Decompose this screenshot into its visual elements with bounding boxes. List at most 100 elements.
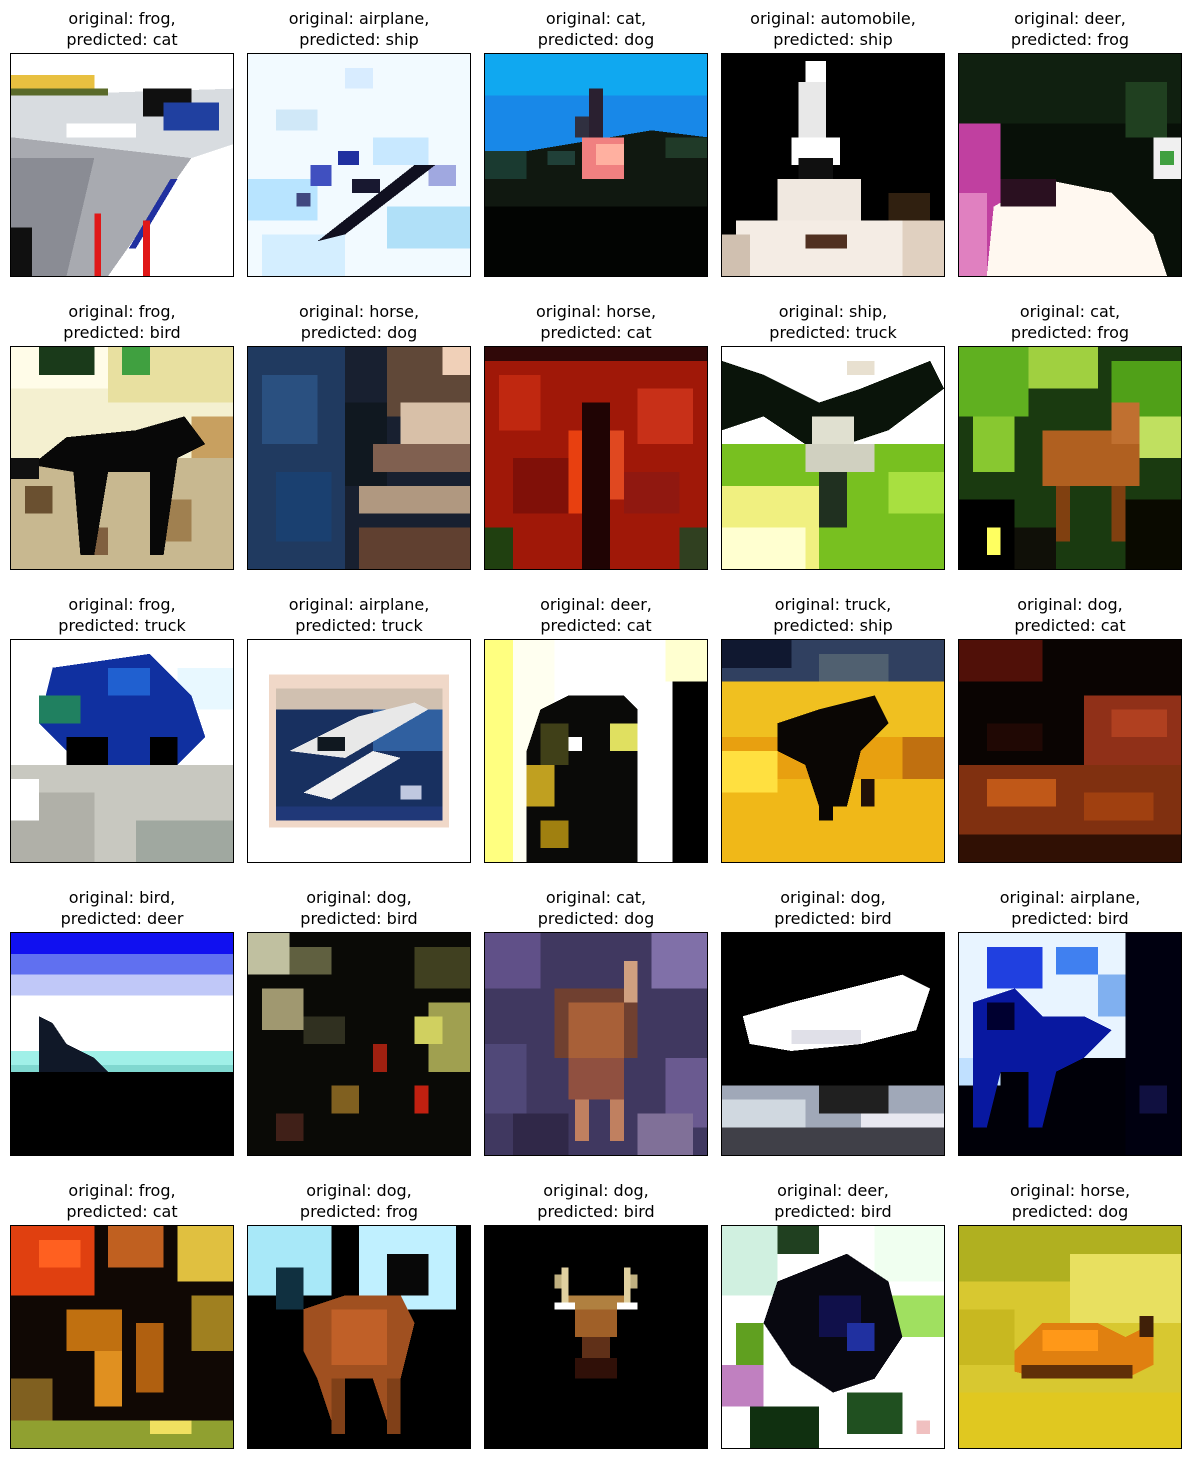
cell-title: original: frog, predicted: bird xyxy=(10,301,234,343)
sample-image xyxy=(247,346,471,570)
original-label: original: frog, xyxy=(68,302,176,321)
cell-title: original: airplane, predicted: bird xyxy=(958,887,1182,929)
predicted-label: predicted: truck xyxy=(769,323,897,342)
sample-image xyxy=(247,53,471,277)
predicted-label: predicted: cat xyxy=(66,1202,178,1221)
sample-image xyxy=(958,932,1182,1156)
sample-image xyxy=(958,346,1182,570)
original-label: original: airplane, xyxy=(288,595,430,614)
sample-image xyxy=(10,932,234,1156)
sample-image xyxy=(484,639,708,863)
original-label: original: airplane, xyxy=(288,9,430,28)
cell-title: original: horse, predicted: dog xyxy=(958,1180,1182,1222)
original-label: original: airplane, xyxy=(999,888,1141,907)
sample-image xyxy=(484,53,708,277)
original-label: original: dog, xyxy=(543,1181,649,1200)
sample-image xyxy=(10,639,234,863)
sample-image xyxy=(721,346,945,570)
original-label: original: cat, xyxy=(1019,302,1121,321)
predicted-label: predicted: deer xyxy=(60,909,184,928)
cell-title: original: horse, predicted: dog xyxy=(247,301,471,343)
cell-title: original: deer, predicted: bird xyxy=(721,1180,945,1222)
predicted-label: predicted: truck xyxy=(295,616,423,635)
cell-title: original: cat, predicted: frog xyxy=(958,301,1182,343)
predicted-label: predicted: bird xyxy=(300,909,418,928)
sample-image xyxy=(10,1225,234,1449)
cell-title: original: bird, predicted: deer xyxy=(10,887,234,929)
original-label: original: cat, xyxy=(545,888,647,907)
original-label: original: dog, xyxy=(306,888,412,907)
cell-title: original: frog, predicted: truck xyxy=(10,594,234,636)
sample-image xyxy=(721,639,945,863)
cell-title: original: dog, predicted: bird xyxy=(247,887,471,929)
cell-title: original: dog, predicted: bird xyxy=(484,1180,708,1222)
cell-title: original: airplane, predicted: truck xyxy=(247,594,471,636)
predicted-label: predicted: frog xyxy=(1010,30,1130,49)
predicted-label: predicted: bird xyxy=(774,1202,892,1221)
sample-image xyxy=(247,1225,471,1449)
original-label: original: frog, xyxy=(68,595,176,614)
sample-image xyxy=(958,1225,1182,1449)
cell-title: original: frog, predicted: cat xyxy=(10,1180,234,1222)
predicted-label: predicted: cat xyxy=(540,616,652,635)
sample-image xyxy=(958,53,1182,277)
predicted-label: predicted: ship xyxy=(773,30,893,49)
predicted-label: predicted: ship xyxy=(299,30,419,49)
predicted-label: predicted: bird xyxy=(63,323,181,342)
cell-title: original: horse, predicted: cat xyxy=(484,301,708,343)
sample-image xyxy=(721,932,945,1156)
predicted-label: predicted: dog xyxy=(537,30,655,49)
predicted-label: predicted: dog xyxy=(1011,1202,1129,1221)
cell-title: original: dog, predicted: bird xyxy=(721,887,945,929)
original-label: original: deer, xyxy=(777,1181,889,1200)
original-label: original: horse, xyxy=(1009,1181,1131,1200)
cell-title: original: cat, predicted: dog xyxy=(484,8,708,50)
original-label: original: bird, xyxy=(68,888,176,907)
original-label: original: frog, xyxy=(68,1181,176,1200)
sample-image xyxy=(247,639,471,863)
cell-title: original: truck, predicted: ship xyxy=(721,594,945,636)
predicted-label: predicted: frog xyxy=(299,1202,419,1221)
cell-title: original: deer, predicted: frog xyxy=(958,8,1182,50)
original-label: original: horse, xyxy=(298,302,420,321)
sample-image xyxy=(10,53,234,277)
original-label: original: deer, xyxy=(1014,9,1126,28)
original-label: original: dog, xyxy=(1017,595,1123,614)
predicted-label: predicted: frog xyxy=(1010,323,1130,342)
sample-image xyxy=(484,932,708,1156)
predicted-label: predicted: bird xyxy=(537,1202,655,1221)
predicted-label: predicted: cat xyxy=(540,323,652,342)
cell-title: original: cat, predicted: dog xyxy=(484,887,708,929)
original-label: original: deer, xyxy=(540,595,652,614)
sample-image xyxy=(484,1225,708,1449)
predicted-label: predicted: dog xyxy=(300,323,418,342)
cell-title: original: automobile, predicted: ship xyxy=(721,8,945,50)
original-label: original: dog, xyxy=(306,1181,412,1200)
predicted-label: predicted: bird xyxy=(774,909,892,928)
predicted-label: predicted: dog xyxy=(537,909,655,928)
original-label: original: ship, xyxy=(778,302,888,321)
original-label: original: automobile, xyxy=(750,9,916,28)
original-label: original: dog, xyxy=(780,888,886,907)
cell-title: original: ship, predicted: truck xyxy=(721,301,945,343)
cell-title: original: dog, predicted: frog xyxy=(247,1180,471,1222)
original-label: original: frog, xyxy=(68,9,176,28)
predicted-label: predicted: truck xyxy=(58,616,186,635)
cell-title: original: dog, predicted: cat xyxy=(958,594,1182,636)
sample-image xyxy=(10,346,234,570)
original-label: original: horse, xyxy=(535,302,657,321)
cell-title: original: airplane, predicted: ship xyxy=(247,8,471,50)
predicted-label: predicted: bird xyxy=(1011,909,1129,928)
sample-image xyxy=(958,639,1182,863)
predicted-label: predicted: cat xyxy=(1014,616,1126,635)
predicted-label: predicted: ship xyxy=(773,616,893,635)
sample-image xyxy=(721,53,945,277)
original-label: original: cat, xyxy=(545,9,647,28)
original-label: original: truck, xyxy=(774,595,892,614)
sample-image xyxy=(484,346,708,570)
cell-title: original: frog, predicted: cat xyxy=(10,8,234,50)
predicted-label: predicted: cat xyxy=(66,30,178,49)
sample-image xyxy=(247,932,471,1156)
sample-image xyxy=(721,1225,945,1449)
cell-title: original: deer, predicted: cat xyxy=(484,594,708,636)
